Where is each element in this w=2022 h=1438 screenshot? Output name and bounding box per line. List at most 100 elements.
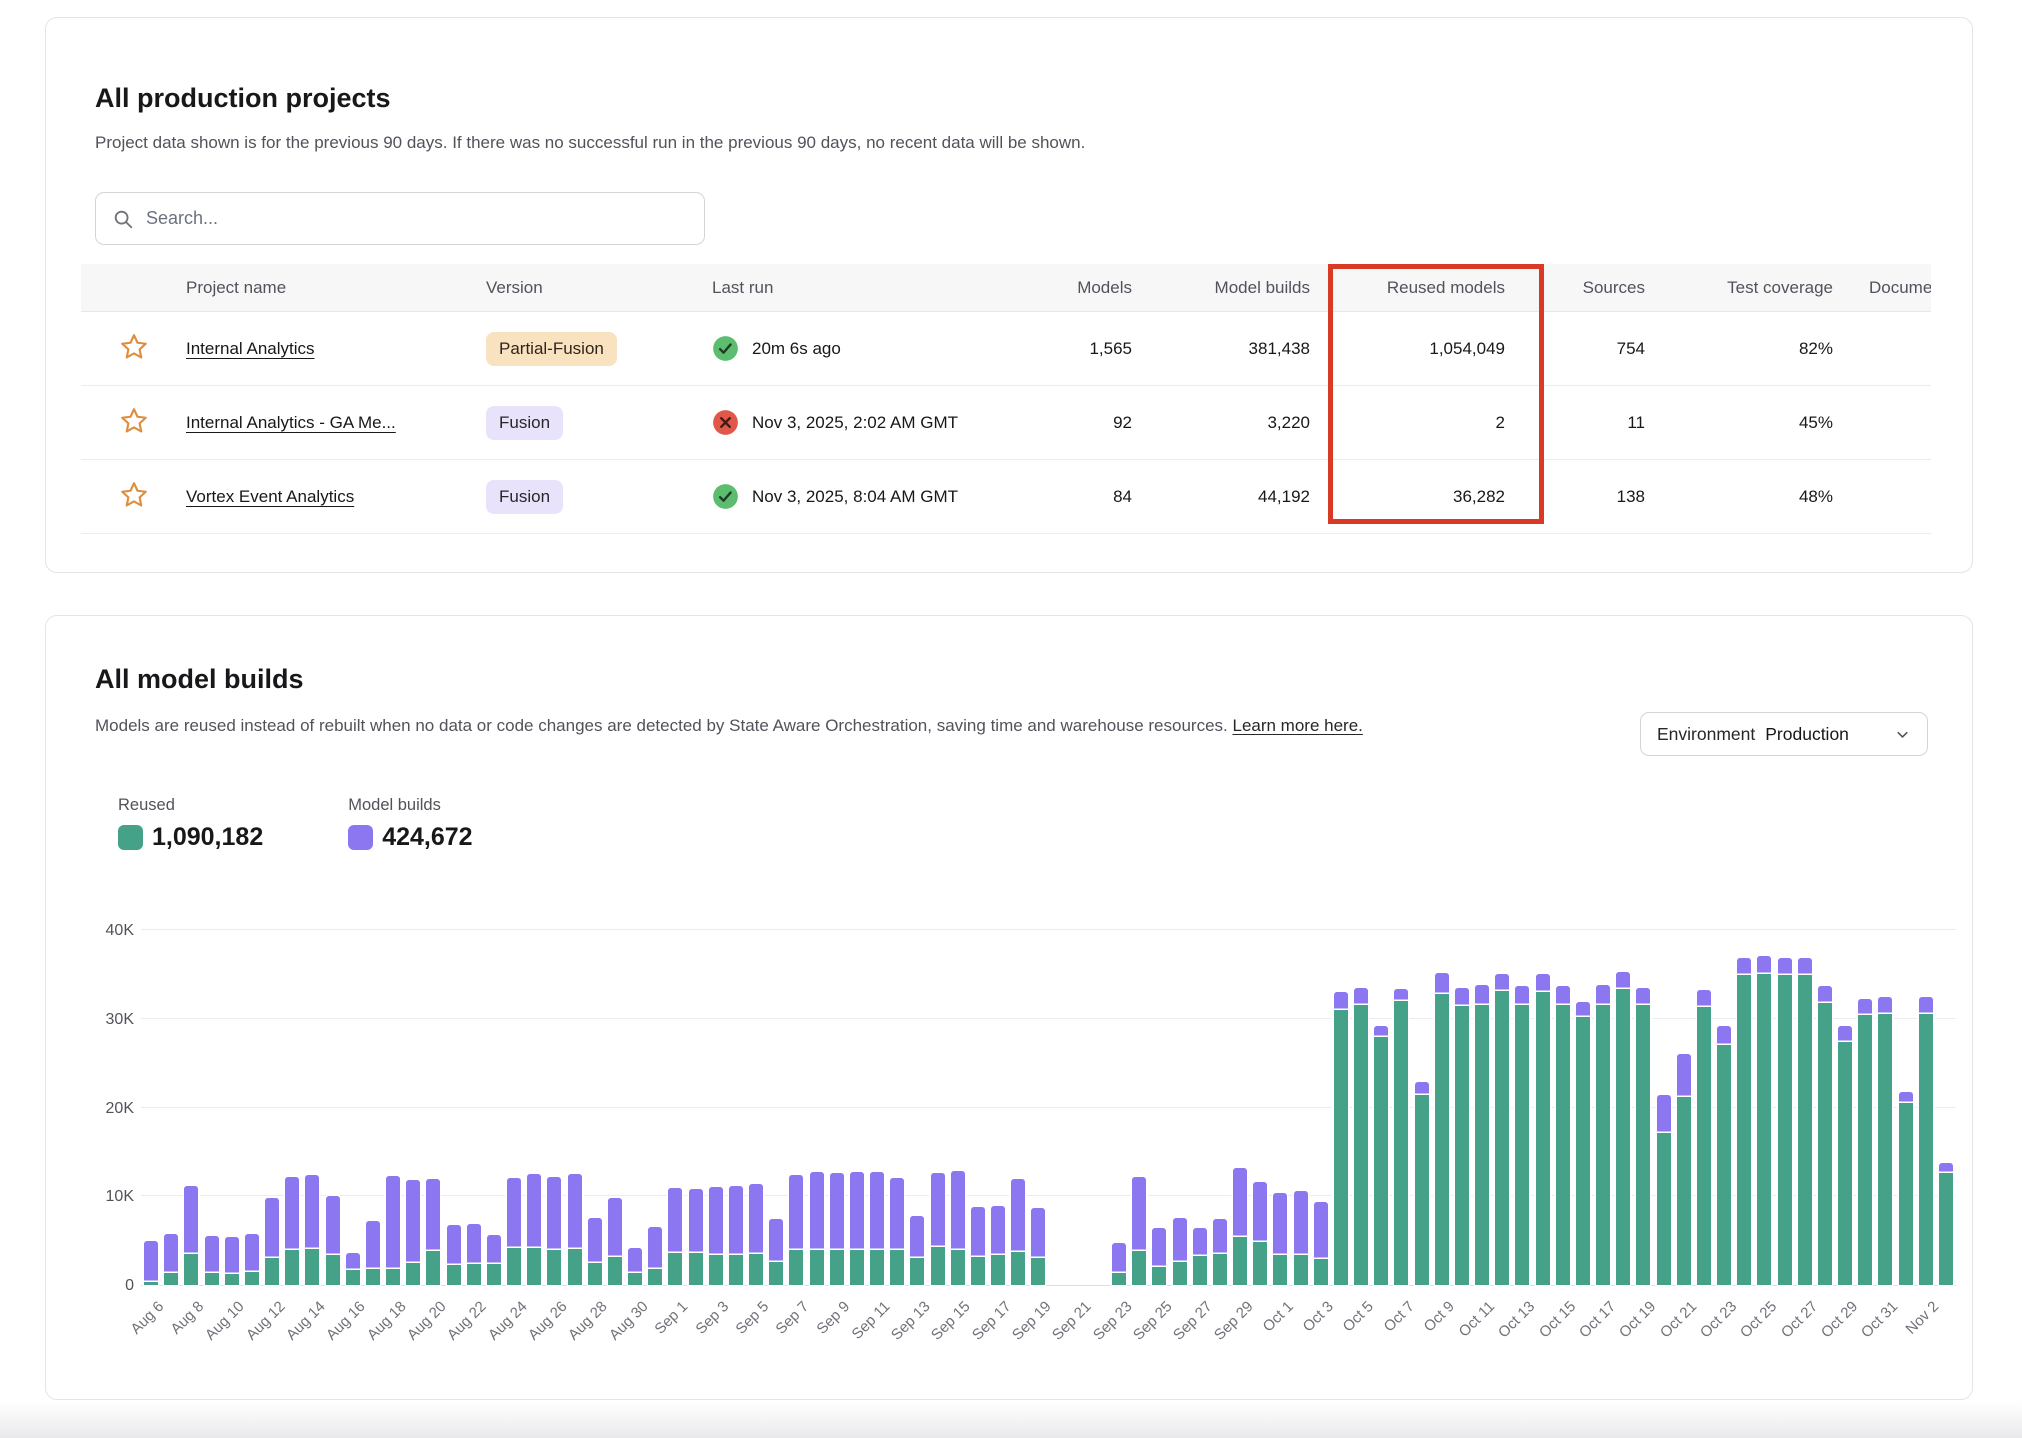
bar-aug-15 xyxy=(323,1196,343,1285)
project-name-cell: Internal Analytics - GA Me... xyxy=(186,413,486,433)
bar-segment-reused xyxy=(1354,1005,1368,1285)
bar-segment-model-builds xyxy=(1939,1163,1953,1173)
x-tick-label: Oct 5 xyxy=(1340,1298,1377,1335)
bar-segment-reused xyxy=(527,1248,541,1285)
bar-segment-model-builds xyxy=(689,1189,703,1253)
y-tick-label: 10K xyxy=(106,1188,134,1206)
bar-aug-24 xyxy=(504,1178,524,1285)
bar-segment-model-builds xyxy=(1616,972,1630,990)
header-last-run: Last run xyxy=(712,278,1002,298)
bar-segment-model-builds xyxy=(668,1188,682,1253)
project-name-link[interactable]: Internal Analytics xyxy=(186,339,315,358)
x-tick-label: Sep 9 xyxy=(813,1298,853,1338)
bar-oct-2 xyxy=(1291,1191,1311,1285)
project-name-cell: Vortex Event Analytics xyxy=(186,487,486,507)
bar-segment-model-builds xyxy=(1596,985,1610,1005)
star-button[interactable] xyxy=(117,480,151,514)
environment-select[interactable]: Environment Production xyxy=(1640,712,1928,756)
status-success-icon xyxy=(712,335,739,362)
bar-sep-6 xyxy=(766,1219,786,1285)
models-cell: 92 xyxy=(1002,413,1132,433)
bar-segment-reused xyxy=(426,1251,440,1285)
bar-segment-model-builds xyxy=(1031,1208,1045,1258)
x-tick-label: Aug 22 xyxy=(444,1298,490,1344)
learn-more-link[interactable]: Learn more here. xyxy=(1232,716,1362,735)
version-cell: Fusion xyxy=(486,480,712,514)
bar-segment-reused xyxy=(507,1248,521,1285)
bar-aug-28 xyxy=(585,1218,605,1285)
chevron-down-icon xyxy=(1894,726,1911,743)
bar-oct-20 xyxy=(1654,1095,1674,1285)
bar-segment-reused xyxy=(1697,1007,1711,1285)
bar-segment-reused xyxy=(547,1250,561,1286)
project-name-link[interactable]: Internal Analytics - GA Me... xyxy=(186,413,396,432)
bar-oct-16 xyxy=(1573,1002,1593,1285)
bar-aug-23 xyxy=(484,1235,504,1285)
x-tick-label: Oct 23 xyxy=(1697,1298,1740,1341)
x-tick-label: Aug 12 xyxy=(242,1298,288,1344)
bar-oct-11 xyxy=(1472,985,1492,1285)
header-reused-models: Reused models xyxy=(1310,278,1505,298)
bar-sep-29 xyxy=(1230,1168,1250,1285)
star-icon xyxy=(119,332,149,362)
bar-segment-reused xyxy=(487,1264,501,1285)
environment-select-value: Production xyxy=(1765,724,1849,745)
bar-segment-reused xyxy=(1314,1259,1328,1285)
bar-segment-model-builds xyxy=(1838,1026,1852,1042)
bar-segment-model-builds xyxy=(1899,1092,1913,1103)
x-tick-label: Aug 26 xyxy=(525,1298,571,1344)
bar-oct-26 xyxy=(1775,958,1795,1285)
bar-aug-18 xyxy=(383,1176,403,1285)
bar-segment-reused xyxy=(1757,974,1771,1285)
bar-aug-16 xyxy=(343,1253,363,1285)
bar-segment-reused xyxy=(1717,1045,1731,1286)
bar-segment-model-builds xyxy=(1495,974,1509,991)
x-tick-label: Aug 30 xyxy=(605,1298,651,1344)
bar-segment-reused xyxy=(709,1255,723,1285)
bar-segment-model-builds xyxy=(1132,1177,1146,1252)
bar-segment-model-builds xyxy=(1233,1168,1247,1237)
last-run-text: Nov 3, 2025, 8:04 AM GMT xyxy=(752,487,958,507)
header-project-name: Project name xyxy=(186,278,486,298)
test-coverage-cell: 48% xyxy=(1645,487,1833,507)
bar-segment-model-builds xyxy=(1394,989,1408,1001)
star-button[interactable] xyxy=(117,406,151,440)
bar-aug-13 xyxy=(282,1177,302,1285)
last-run-cell: Nov 3, 2025, 8:04 AM GMT xyxy=(712,483,1002,510)
bar-segment-reused xyxy=(386,1269,400,1285)
status-success-icon xyxy=(712,483,739,510)
bar-segment-reused xyxy=(931,1247,945,1285)
models-cell: 84 xyxy=(1002,487,1132,507)
header-documentation: Documentation xyxy=(1833,278,1931,298)
bar-sep-27 xyxy=(1190,1228,1210,1285)
legend-item-reused: Reused 1,090,182 xyxy=(118,796,263,852)
legend-swatch-model-builds xyxy=(348,825,373,850)
bar-segment-reused xyxy=(1899,1103,1913,1285)
project-name-link[interactable]: Vortex Event Analytics xyxy=(186,487,354,506)
bar-segment-reused xyxy=(205,1273,219,1285)
bar-segment-model-builds xyxy=(628,1248,642,1274)
bar-sep-5 xyxy=(746,1184,766,1285)
bar-sep-12 xyxy=(887,1178,907,1285)
bar-nov-2 xyxy=(1916,997,1936,1285)
bar-segment-model-builds xyxy=(1878,997,1892,1014)
bar-sep-28 xyxy=(1210,1219,1230,1285)
x-tick-label: Aug 6 xyxy=(127,1298,167,1338)
bar-segment-model-builds xyxy=(991,1206,1005,1255)
bar-oct-12 xyxy=(1492,974,1512,1285)
bar-sep-3 xyxy=(706,1187,726,1285)
model-builds-card: All model builds Models are reused inste… xyxy=(45,615,1973,1400)
x-tick-label: Oct 1 xyxy=(1259,1298,1296,1335)
bar-segment-model-builds xyxy=(467,1224,481,1264)
bar-segment-reused xyxy=(910,1258,924,1285)
star-button[interactable] xyxy=(117,332,151,366)
bar-oct-8 xyxy=(1412,1082,1432,1285)
bar-segment-reused xyxy=(1798,975,1812,1285)
search-input[interactable] xyxy=(146,208,688,229)
bar-segment-model-builds xyxy=(749,1184,763,1254)
bar-segment-reused xyxy=(1233,1237,1247,1285)
bar-segment-reused xyxy=(971,1257,985,1285)
bar-sep-4 xyxy=(726,1186,746,1285)
environment-select-label: Environment xyxy=(1657,724,1755,745)
bar-segment-reused xyxy=(265,1258,279,1285)
